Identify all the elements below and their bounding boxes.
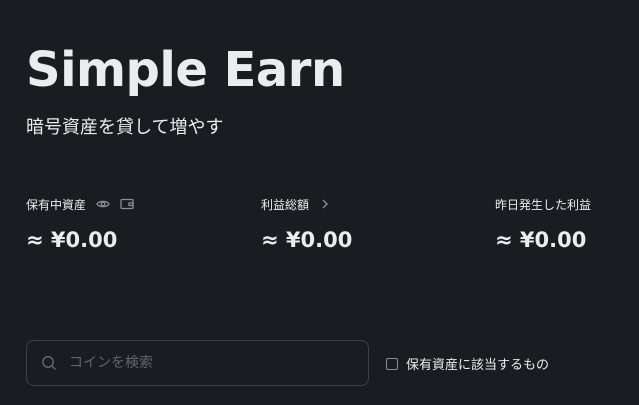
page-title: Simple Earn [26, 42, 345, 98]
yesterday-profit-value: ≈ ¥0.00 [495, 228, 587, 252]
yesterday-profit-stat: 昨日発生した利益 ≈ ¥0.00 [495, 196, 592, 253]
coin-search-input[interactable] [67, 354, 351, 372]
total-profit-value: ≈ ¥0.00 [261, 228, 353, 252]
eye-icon[interactable] [96, 199, 110, 209]
chevron-right-icon[interactable] [321, 199, 329, 209]
holdings-stat: 保有中資産 ≈ ¥0.00 [26, 196, 134, 252]
total-profit-label: 利益総額 [261, 197, 310, 212]
yesterday-profit-label: 昨日発生した利益 [495, 197, 592, 212]
total-profit-link[interactable]: 利益総額 [261, 196, 352, 212]
holdings-filter-checkbox[interactable] [386, 357, 398, 370]
coin-search-box[interactable] [26, 340, 369, 386]
search-icon [41, 355, 57, 371]
holdings-filter[interactable]: 保有資産に該当するもの [386, 354, 549, 373]
total-profit-stat: 利益総額 ≈ ¥0.00 [261, 196, 353, 253]
holdings-filter-label[interactable]: 保有資産に該当するもの [406, 354, 549, 373]
holdings-value: ≈ ¥0.00 [26, 228, 118, 252]
wallet-icon[interactable] [120, 198, 134, 210]
holdings-label: 保有中資産 [26, 197, 87, 212]
page-subtitle: 暗号資産を貸して増やす [26, 117, 224, 138]
simple-earn-page: Simple Earn 暗号資産を貸して増やす 保有中資産 ≈ ¥0.00 利益… [0, 0, 639, 405]
